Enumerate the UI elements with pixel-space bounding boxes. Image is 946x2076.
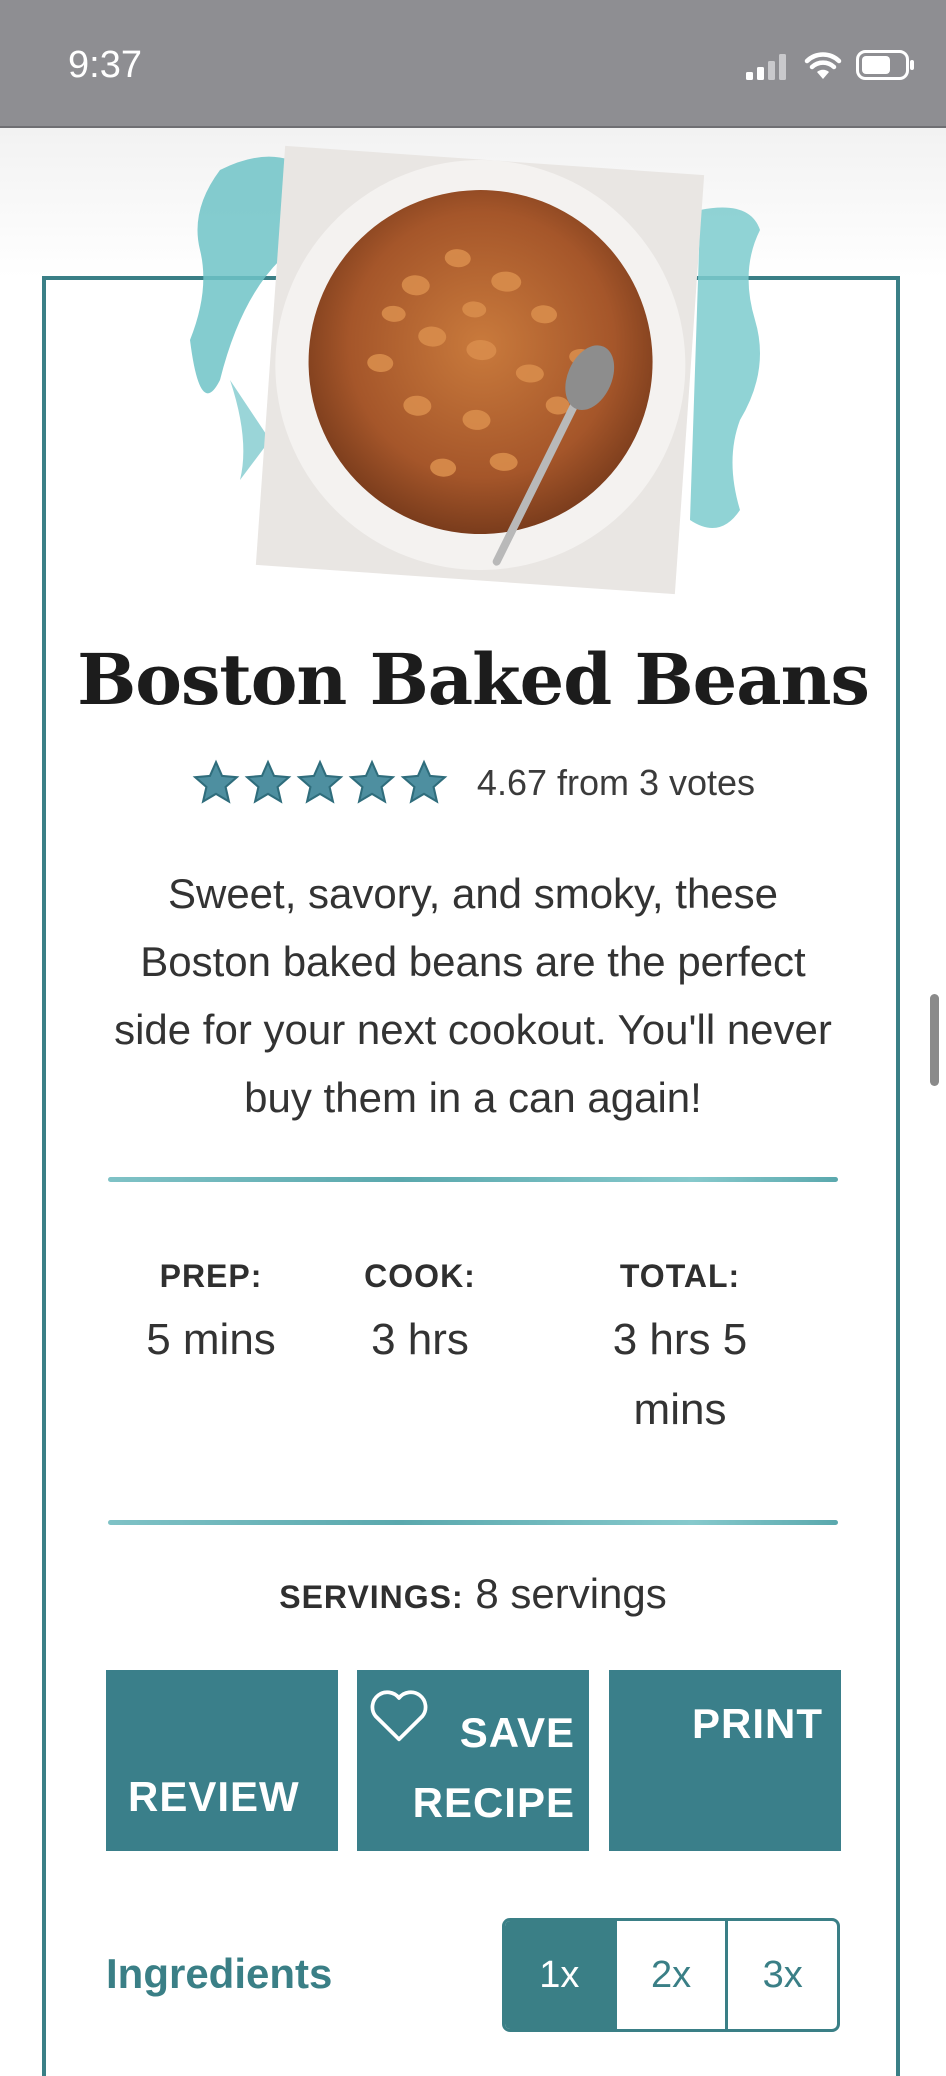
review-button-label: REVIEW: [128, 1773, 300, 1820]
divider: [108, 1520, 838, 1525]
star-icon[interactable]: [399, 758, 449, 808]
rating-stars[interactable]: [191, 758, 449, 808]
star-icon[interactable]: [347, 758, 397, 808]
divider: [108, 1177, 838, 1182]
prep-time-label: PREP:: [159, 1258, 263, 1294]
cook-time-value: 3 hrs: [371, 1315, 469, 1364]
save-recipe-button-label: SAVE RECIPE: [412, 1709, 575, 1826]
prep-time-value: 5 mins: [146, 1315, 276, 1364]
scale-1x-button[interactable]: 1x: [505, 1921, 614, 2029]
servings-scale-toggle: 1x 2x 3x: [502, 1918, 840, 2032]
recipe-photo: [180, 140, 780, 600]
prep-time: PREP: 5 mins: [136, 1258, 286, 1375]
cook-time-label: COOK:: [364, 1258, 476, 1294]
star-icon[interactable]: [191, 758, 241, 808]
total-time-value: 3 hrs 5 mins: [612, 1315, 748, 1434]
status-icons: [746, 50, 916, 80]
total-time: TOTAL: 3 hrs 5 mins: [580, 1258, 780, 1445]
save-recipe-button[interactable]: SAVE RECIPE: [357, 1670, 589, 1851]
print-button[interactable]: PRINT: [609, 1670, 841, 1851]
status-bar: 9:37: [0, 0, 946, 128]
scale-2x-button[interactable]: 2x: [613, 1921, 726, 2029]
servings-label: SERVINGS:: [279, 1579, 464, 1615]
total-time-label: TOTAL:: [619, 1258, 741, 1294]
ingredients-title: Ingredients: [106, 1950, 333, 1997]
rating-text: 4.67 from 3 votes: [476, 762, 756, 803]
recipe-summary: Sweet, savory, and smoky, these Boston b…: [114, 870, 832, 1121]
servings: SERVINGS: 8 servings: [0, 1570, 946, 1618]
review-button[interactable]: REVIEW: [106, 1670, 338, 1851]
cellular-signal-icon: [746, 54, 786, 80]
scale-3x-button[interactable]: 3x: [725, 1921, 837, 2029]
star-icon[interactable]: [295, 758, 345, 808]
cook-time: COOK: 3 hrs: [340, 1258, 500, 1375]
status-time: 9:37: [68, 44, 142, 86]
print-button-label: PRINT: [692, 1700, 823, 1747]
baked-beans-image: [190, 145, 760, 595]
wifi-icon: [804, 52, 842, 79]
scrollbar[interactable]: [930, 994, 939, 1086]
star-icon[interactable]: [243, 758, 293, 808]
servings-value[interactable]: 8 servings: [475, 1570, 666, 1617]
rating-row: 4.67 from 3 votes: [0, 758, 946, 808]
recipe-title: Boston Baked Beans: [77, 638, 870, 721]
battery-icon: [856, 50, 914, 80]
